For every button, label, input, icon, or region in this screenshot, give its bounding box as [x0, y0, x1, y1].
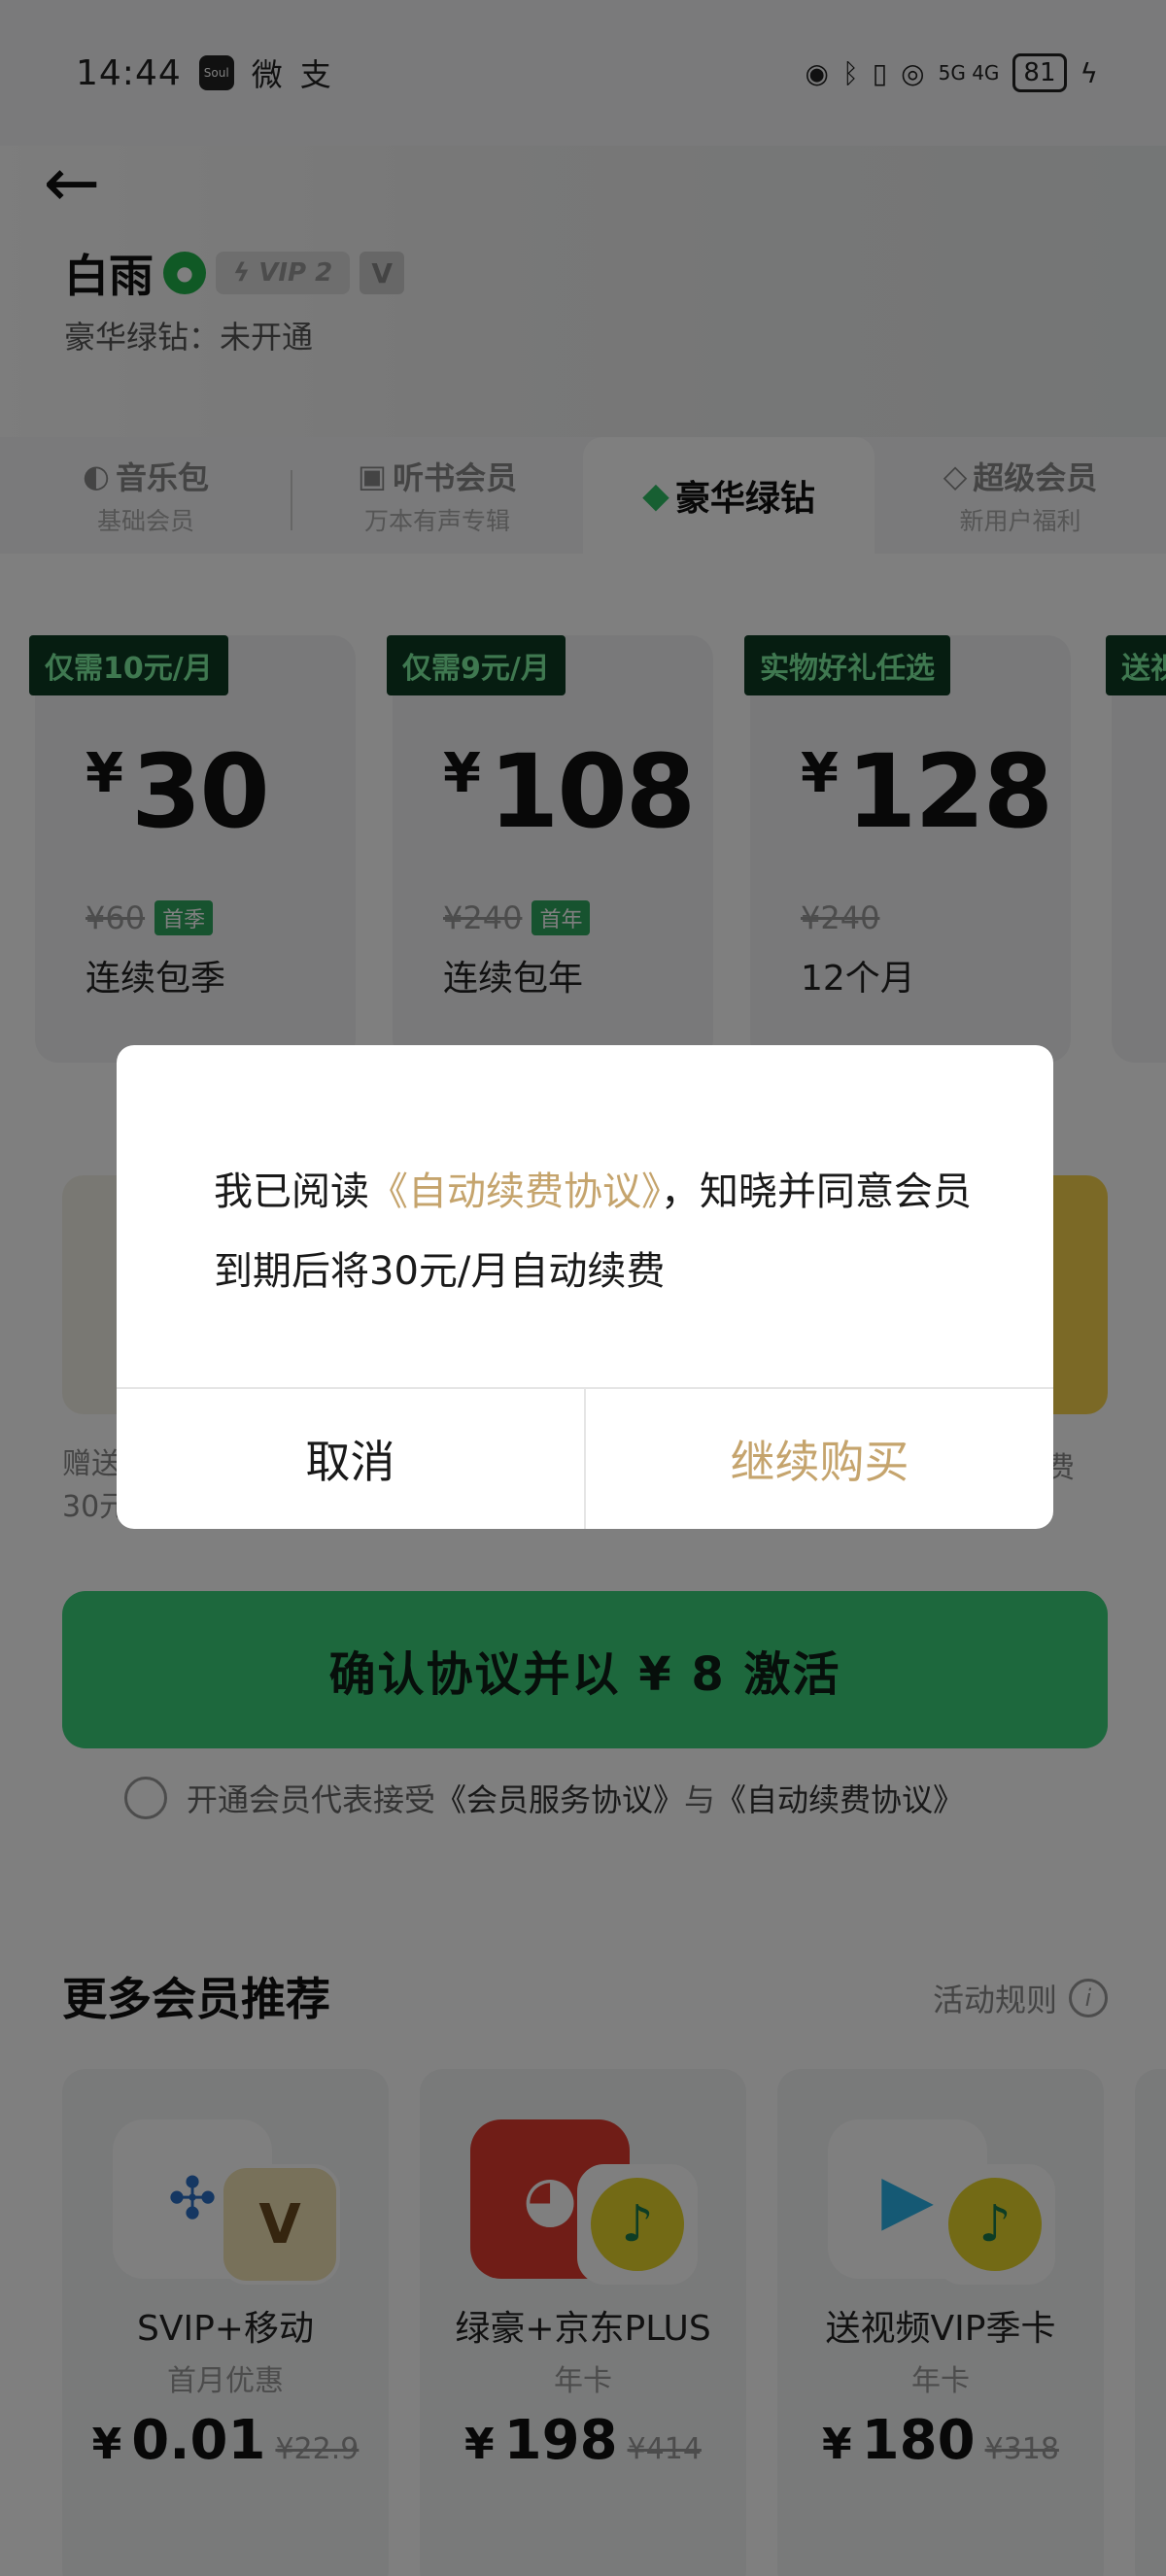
auto-renew-confirm-dialog: 我已阅读《自动续费协议》，知晓并同意会员到期后将30元/月自动续费 取消 继续购… [117, 1045, 1053, 1529]
dialog-agreement-link[interactable]: 《自动续费协议》 [369, 1169, 661, 1214]
cancel-button[interactable]: 取消 [117, 1389, 586, 1529]
continue-purchase-button[interactable]: 继续购买 [586, 1389, 1053, 1529]
dialog-message: 我已阅读《自动续费协议》，知晓并同意会员到期后将30元/月自动续费 [214, 1152, 991, 1311]
dialog-text-before: 我已阅读 [214, 1169, 369, 1214]
dialog-actions: 取消 继续购买 [117, 1387, 1053, 1529]
